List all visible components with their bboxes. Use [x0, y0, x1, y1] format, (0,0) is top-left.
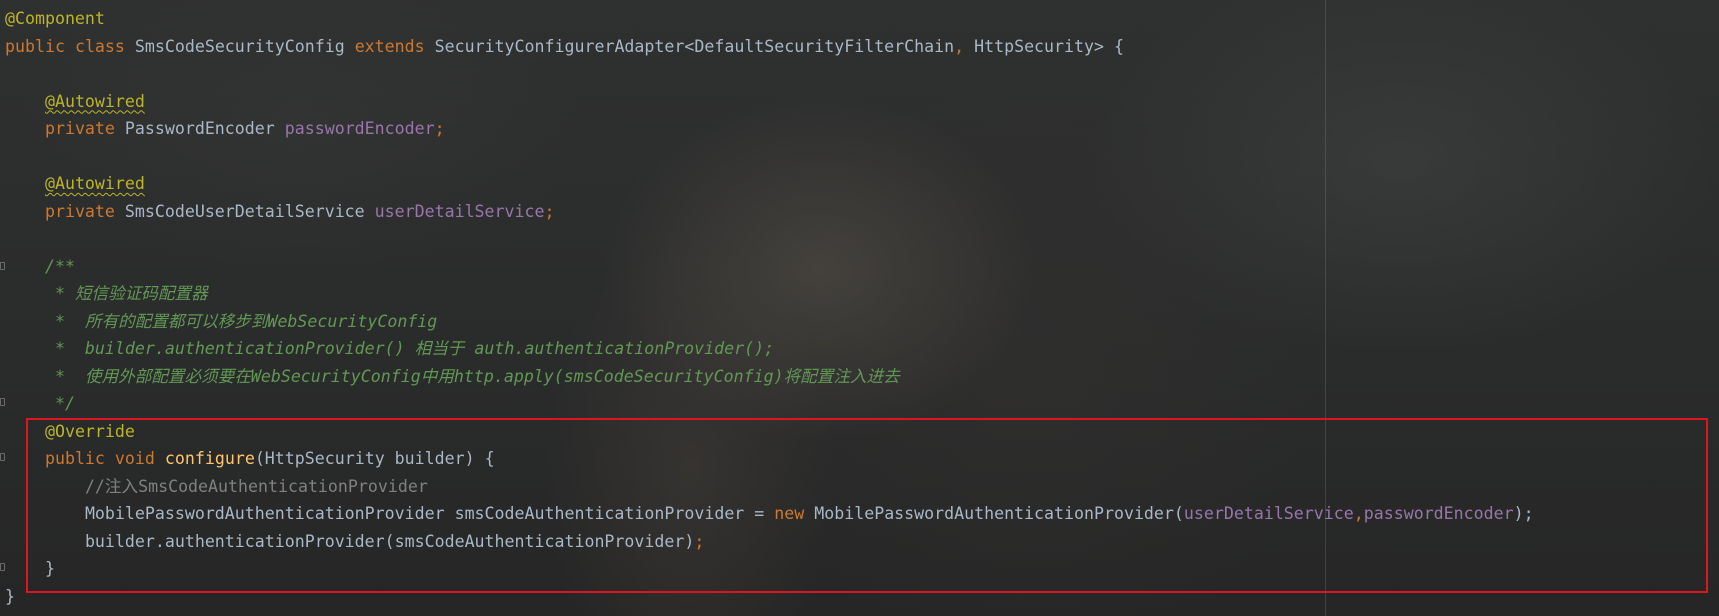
code-token: * 所有的配置都可以移步到WebSecurityConfig	[54, 311, 438, 331]
code-token: SmsCodeSecurityConfig	[124, 36, 355, 56]
code-token: }	[5, 586, 15, 606]
code-line[interactable]: @Autowired	[5, 170, 1534, 198]
code-token: HttpSecurity> {	[964, 36, 1124, 56]
code-token: PasswordEncoder	[114, 119, 285, 138]
code-token: private	[44, 119, 115, 138]
code-token: ;	[544, 201, 555, 221]
code-token: ,	[954, 36, 965, 56]
code-line[interactable]	[5, 143, 1534, 171]
code-line[interactable]: * 使用外部配置必须要在WebSecurityConfig中用http.appl…	[5, 363, 1534, 391]
code-editor[interactable]: @Component public class SmsCodeSecurityCo…	[0, 0, 1719, 616]
code-token: ;	[434, 119, 445, 138]
code-token: * builder.authenticationProvider() 相当于 a…	[54, 339, 775, 358]
code-line[interactable]: * 所有的配置都可以移步到WebSecurityConfig	[5, 308, 1534, 336]
code-line[interactable]	[5, 225, 1534, 253]
code-token: */	[54, 394, 75, 413]
code-token: * 短信验证码配置器	[54, 284, 208, 303]
code-token: @Component	[5, 9, 105, 28]
code-line[interactable]: private SmsCodeUserDetailService userDet…	[5, 198, 1534, 226]
code-line[interactable]: * 短信验证码配置器	[5, 280, 1534, 308]
code-line[interactable]: @Component	[5, 5, 1534, 33]
code-token: * 使用外部配置必须要在WebSecurityConfig中用http.appl…	[54, 366, 900, 386]
code-line[interactable]: public class SmsCodeSecurityConfig exten…	[5, 33, 1534, 61]
code-token: @Autowired	[44, 174, 145, 193]
code-token: SecurityConfigurerAdapter<DefaultSecurit…	[424, 36, 955, 56]
code-line[interactable]: * builder.authenticationProvider() 相当于 a…	[5, 335, 1534, 363]
code-line[interactable]: @Autowired	[5, 88, 1534, 116]
code-line[interactable]: private PasswordEncoder passwordEncoder;	[5, 115, 1534, 143]
highlight-box	[26, 418, 1708, 593]
code-token: passwordEncoder	[284, 119, 435, 138]
code-token: class	[74, 36, 125, 56]
code-token: @Autowired	[44, 91, 145, 111]
code-token: public	[5, 36, 65, 56]
code-line[interactable]: */	[5, 390, 1534, 418]
code-token: SmsCodeUserDetailService	[114, 201, 375, 221]
code-token: extends	[354, 36, 425, 56]
code-line[interactable]	[5, 60, 1534, 88]
code-line[interactable]: /**	[5, 253, 1534, 281]
code-token: userDetailService	[374, 201, 545, 221]
code-token: private	[44, 201, 115, 221]
code-token: /**	[44, 256, 75, 276]
